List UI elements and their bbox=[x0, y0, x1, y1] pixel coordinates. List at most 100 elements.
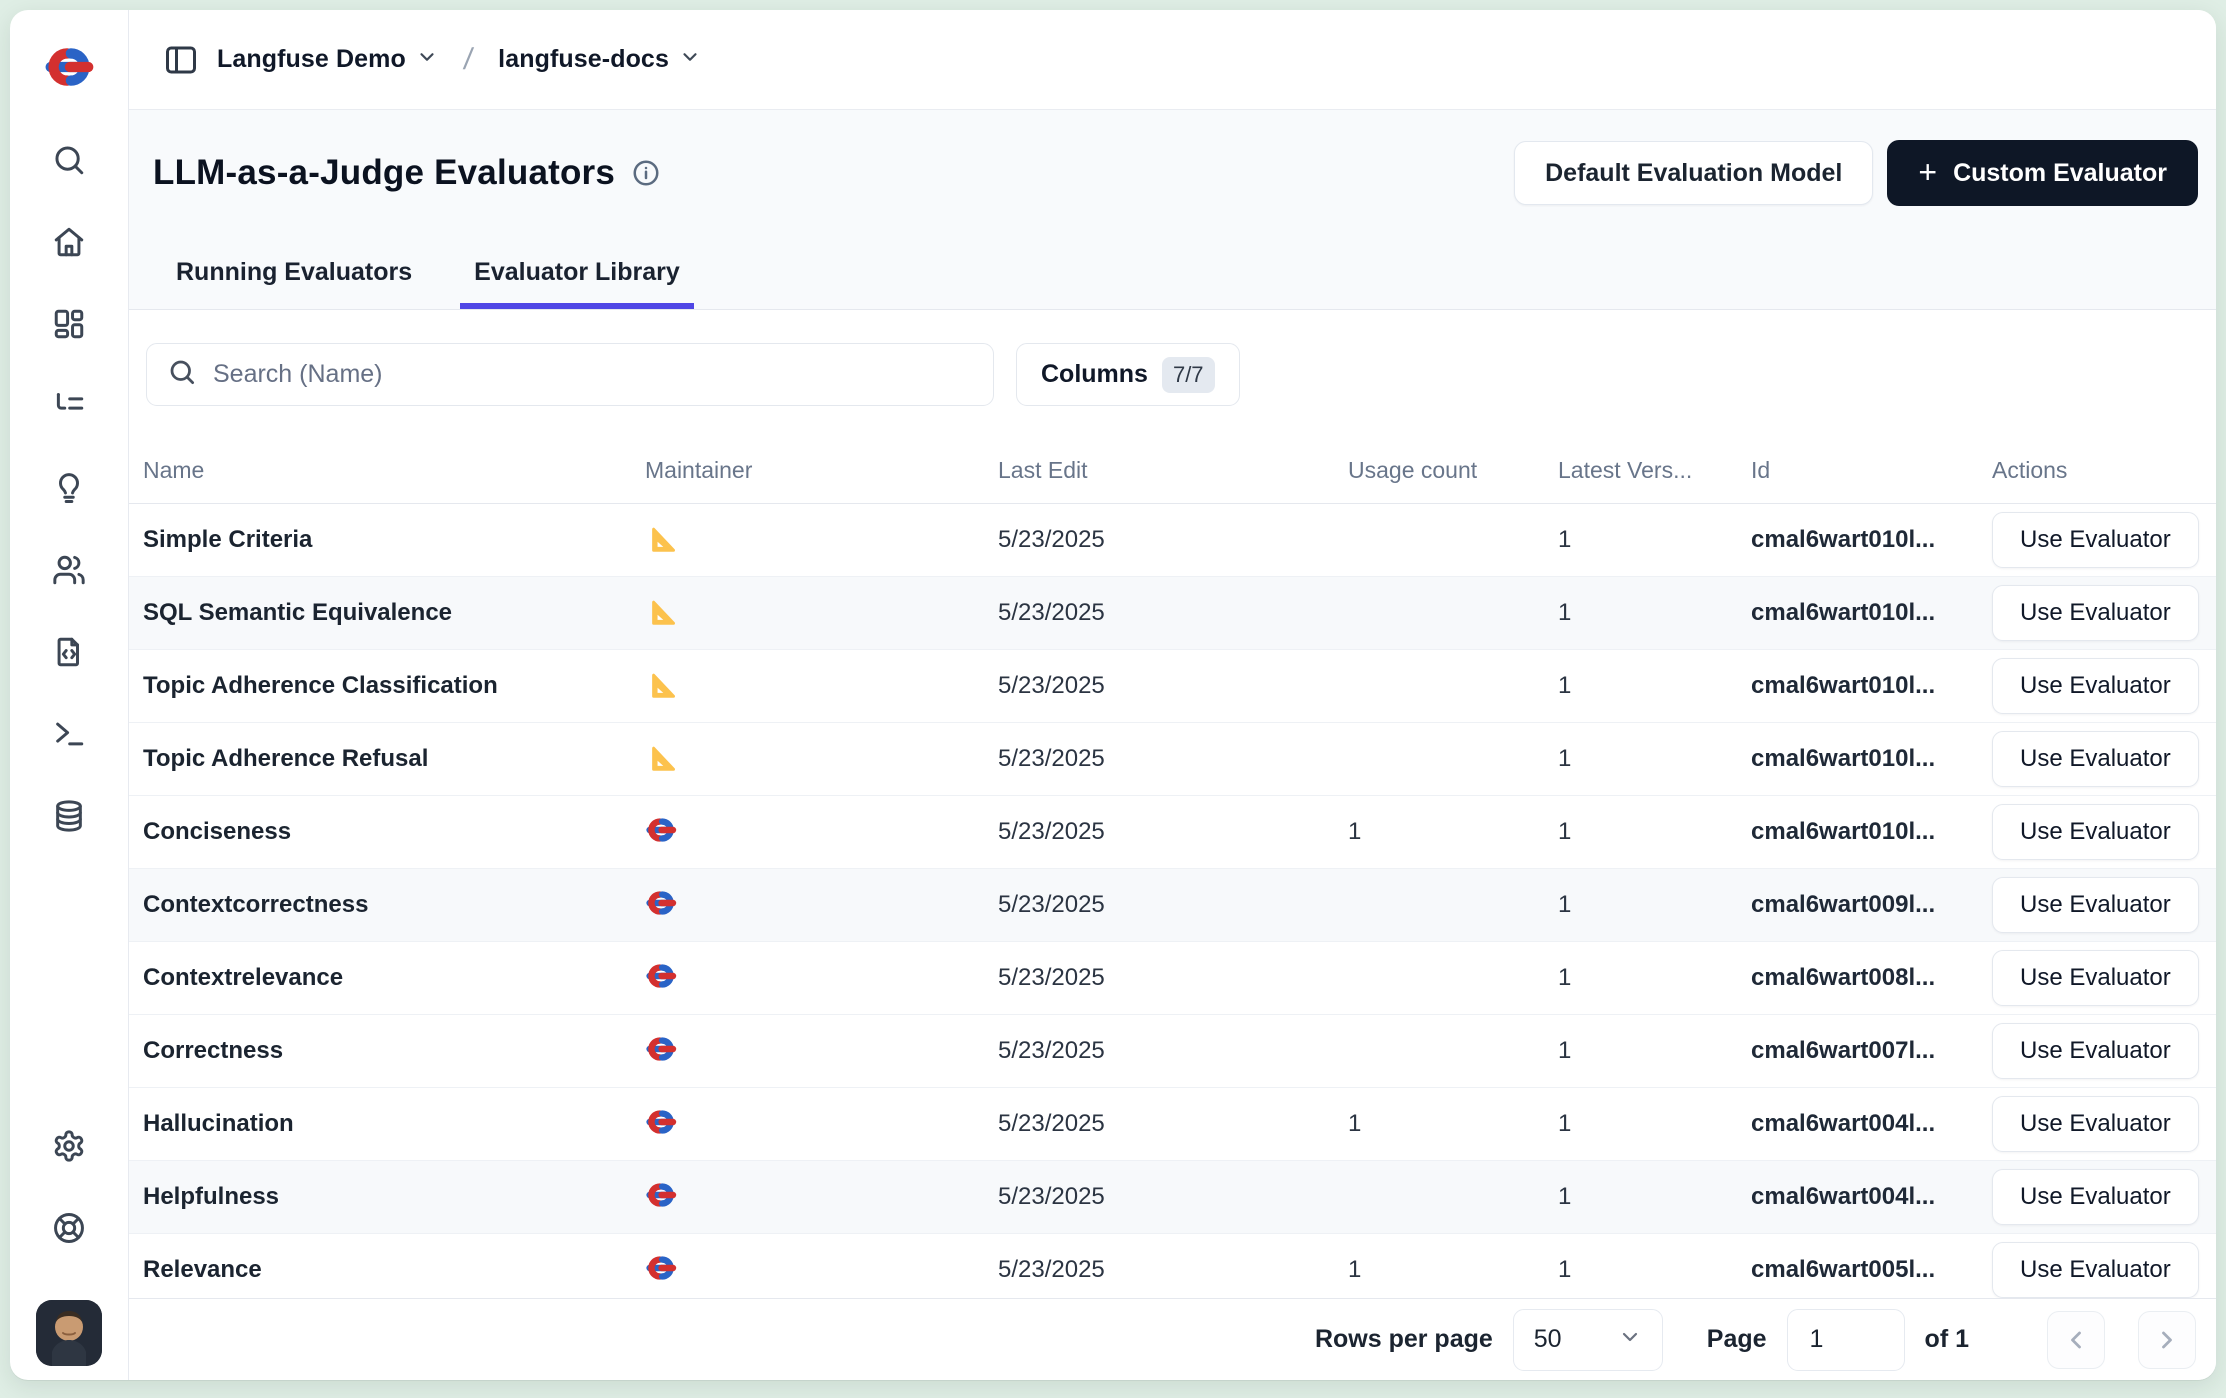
ragas-triangle-icon bbox=[645, 524, 677, 556]
maintainer-cell bbox=[631, 941, 984, 1014]
use-evaluator-button[interactable]: Use Evaluator bbox=[1992, 804, 2199, 860]
use-evaluator-button[interactable]: Use Evaluator bbox=[1992, 1169, 2199, 1225]
rows-per-page-label: Rows per page bbox=[1315, 1325, 1493, 1354]
project-switcher[interactable]: langfuse-docs bbox=[498, 45, 701, 74]
usage-count-cell: 1 bbox=[1334, 1087, 1544, 1160]
langfuse-maintainer-icon bbox=[645, 1181, 677, 1213]
home-icon[interactable] bbox=[51, 224, 87, 260]
last-edit-cell: 5/23/2025 bbox=[984, 1014, 1334, 1087]
user-avatar[interactable] bbox=[36, 1300, 102, 1366]
tab-evaluator-library[interactable]: Evaluator Library bbox=[460, 258, 694, 309]
table-row[interactable]: Hallucination 5/23/2025 1 1 cmal6wart004… bbox=[129, 1087, 2216, 1160]
use-evaluator-button[interactable]: Use Evaluator bbox=[1992, 658, 2199, 714]
use-evaluator-button[interactable]: Use Evaluator bbox=[1992, 877, 2199, 933]
use-evaluator-button[interactable]: Use Evaluator bbox=[1992, 585, 2199, 641]
actions-cell: Use Evaluator bbox=[1978, 941, 2216, 1014]
sidebar bbox=[10, 10, 129, 1380]
page-header: LLM-as-a-Judge Evaluators Default Evalua… bbox=[129, 110, 2216, 310]
main-area: Langfuse Demo / langfuse-docs LLM-as-a-J… bbox=[129, 10, 2216, 1380]
actions-cell: Use Evaluator bbox=[1978, 795, 2216, 868]
last-edit-cell: 5/23/2025 bbox=[984, 649, 1334, 722]
top-navbar: Langfuse Demo / langfuse-docs bbox=[129, 10, 2216, 110]
evaluator-name-cell: Simple Criteria bbox=[129, 503, 631, 576]
search-icon[interactable] bbox=[51, 142, 87, 178]
maintainer-cell bbox=[631, 1160, 984, 1233]
table-row[interactable]: Simple Criteria 5/23/2025 1 cmal6wart010… bbox=[129, 503, 2216, 576]
settings-gear-icon[interactable] bbox=[51, 1128, 87, 1164]
page-label: Page bbox=[1707, 1325, 1767, 1354]
table-row[interactable]: Conciseness 5/23/2025 1 1 cmal6wart010l.… bbox=[129, 795, 2216, 868]
chevron-down-icon bbox=[1618, 1325, 1642, 1354]
prompts-file-icon[interactable] bbox=[51, 634, 87, 670]
search-icon bbox=[167, 357, 197, 392]
use-evaluator-button[interactable]: Use Evaluator bbox=[1992, 1023, 2199, 1079]
table-toolbar: Columns 7/7 bbox=[129, 310, 2216, 439]
sidebar-toggle-icon[interactable] bbox=[161, 40, 201, 80]
table-row[interactable]: Contextcorrectness 5/23/2025 1 cmal6wart… bbox=[129, 868, 2216, 941]
evaluator-name-cell: Conciseness bbox=[129, 795, 631, 868]
table-row[interactable]: Relevance 5/23/2025 1 1 cmal6wart005l...… bbox=[129, 1233, 2216, 1298]
database-icon[interactable] bbox=[51, 798, 87, 834]
users-icon[interactable] bbox=[51, 552, 87, 588]
table-row[interactable]: Correctness 5/23/2025 1 cmal6wart007l...… bbox=[129, 1014, 2216, 1087]
page-number-input[interactable] bbox=[1787, 1309, 1905, 1371]
evaluator-id-cell: cmal6wart009l... bbox=[1737, 868, 1978, 941]
actions-cell: Use Evaluator bbox=[1978, 1014, 2216, 1087]
default-evaluation-model-button[interactable]: Default Evaluation Model bbox=[1514, 141, 1873, 205]
next-page-button[interactable] bbox=[2138, 1311, 2196, 1369]
last-edit-cell: 5/23/2025 bbox=[984, 503, 1334, 576]
table-row[interactable]: Topic Adherence Refusal 5/23/2025 1 cmal… bbox=[129, 722, 2216, 795]
langfuse-logo-icon[interactable] bbox=[41, 44, 97, 90]
support-lifebuoy-icon[interactable] bbox=[51, 1210, 87, 1246]
columns-button[interactable]: Columns 7/7 bbox=[1016, 343, 1240, 406]
columns-count-badge: 7/7 bbox=[1162, 357, 1215, 393]
evaluator-id-cell: cmal6wart010l... bbox=[1737, 576, 1978, 649]
use-evaluator-button[interactable]: Use Evaluator bbox=[1992, 512, 2199, 568]
custom-evaluator-label: Custom Evaluator bbox=[1953, 159, 2167, 188]
maintainer-cell bbox=[631, 649, 984, 722]
search-box[interactable] bbox=[146, 343, 994, 406]
table-body: Simple Criteria 5/23/2025 1 cmal6wart010… bbox=[129, 503, 2216, 1298]
usage-count-cell bbox=[1334, 722, 1544, 795]
latest-version-cell: 1 bbox=[1544, 1160, 1737, 1233]
table-row[interactable]: Topic Adherence Classification 5/23/2025… bbox=[129, 649, 2216, 722]
dashboard-icon[interactable] bbox=[51, 306, 87, 342]
search-input[interactable] bbox=[213, 360, 973, 389]
sidebar-nav bbox=[51, 142, 87, 834]
maintainer-cell bbox=[631, 795, 984, 868]
maintainer-cell bbox=[631, 503, 984, 576]
evaluator-id-cell: cmal6wart010l... bbox=[1737, 795, 1978, 868]
latest-version-cell: 1 bbox=[1544, 649, 1737, 722]
table-row[interactable]: Helpfulness 5/23/2025 1 cmal6wart004l...… bbox=[129, 1160, 2216, 1233]
table-row[interactable]: SQL Semantic Equivalence 5/23/2025 1 cma… bbox=[129, 576, 2216, 649]
terminal-icon[interactable] bbox=[51, 716, 87, 752]
tab-running-evaluators[interactable]: Running Evaluators bbox=[162, 258, 426, 309]
lightbulb-icon[interactable] bbox=[51, 470, 87, 506]
evaluator-id-cell: cmal6wart008l... bbox=[1737, 941, 1978, 1014]
evaluator-id-cell: cmal6wart005l... bbox=[1737, 1233, 1978, 1298]
project-name: langfuse-docs bbox=[498, 45, 669, 74]
use-evaluator-button[interactable]: Use Evaluator bbox=[1992, 1242, 2199, 1298]
evaluator-name-cell: Correctness bbox=[129, 1014, 631, 1087]
actions-cell: Use Evaluator bbox=[1978, 868, 2216, 941]
custom-evaluator-button[interactable]: + Custom Evaluator bbox=[1887, 140, 2198, 206]
rows-per-page-select[interactable]: 50 bbox=[1513, 1309, 1663, 1371]
evaluator-name-cell: Contextrelevance bbox=[129, 941, 631, 1014]
use-evaluator-button[interactable]: Use Evaluator bbox=[1992, 950, 2199, 1006]
actions-cell: Use Evaluator bbox=[1978, 722, 2216, 795]
evaluator-name-cell: Contextcorrectness bbox=[129, 868, 631, 941]
previous-page-button[interactable] bbox=[2047, 1311, 2105, 1369]
tracing-tree-icon[interactable] bbox=[51, 388, 87, 424]
use-evaluator-button[interactable]: Use Evaluator bbox=[1992, 731, 2199, 787]
usage-count-cell bbox=[1334, 868, 1544, 941]
org-switcher[interactable]: Langfuse Demo bbox=[217, 45, 438, 74]
evaluator-id-cell: cmal6wart010l... bbox=[1737, 722, 1978, 795]
use-evaluator-button[interactable]: Use Evaluator bbox=[1992, 1096, 2199, 1152]
evaluator-table: Name Maintainer Last Edit Usage count La… bbox=[129, 439, 2216, 1298]
actions-cell: Use Evaluator bbox=[1978, 649, 2216, 722]
actions-cell: Use Evaluator bbox=[1978, 503, 2216, 576]
info-icon[interactable] bbox=[631, 158, 661, 188]
langfuse-maintainer-icon bbox=[645, 1035, 677, 1067]
evaluator-name-cell: Hallucination bbox=[129, 1087, 631, 1160]
table-row[interactable]: Contextrelevance 5/23/2025 1 cmal6wart00… bbox=[129, 941, 2216, 1014]
